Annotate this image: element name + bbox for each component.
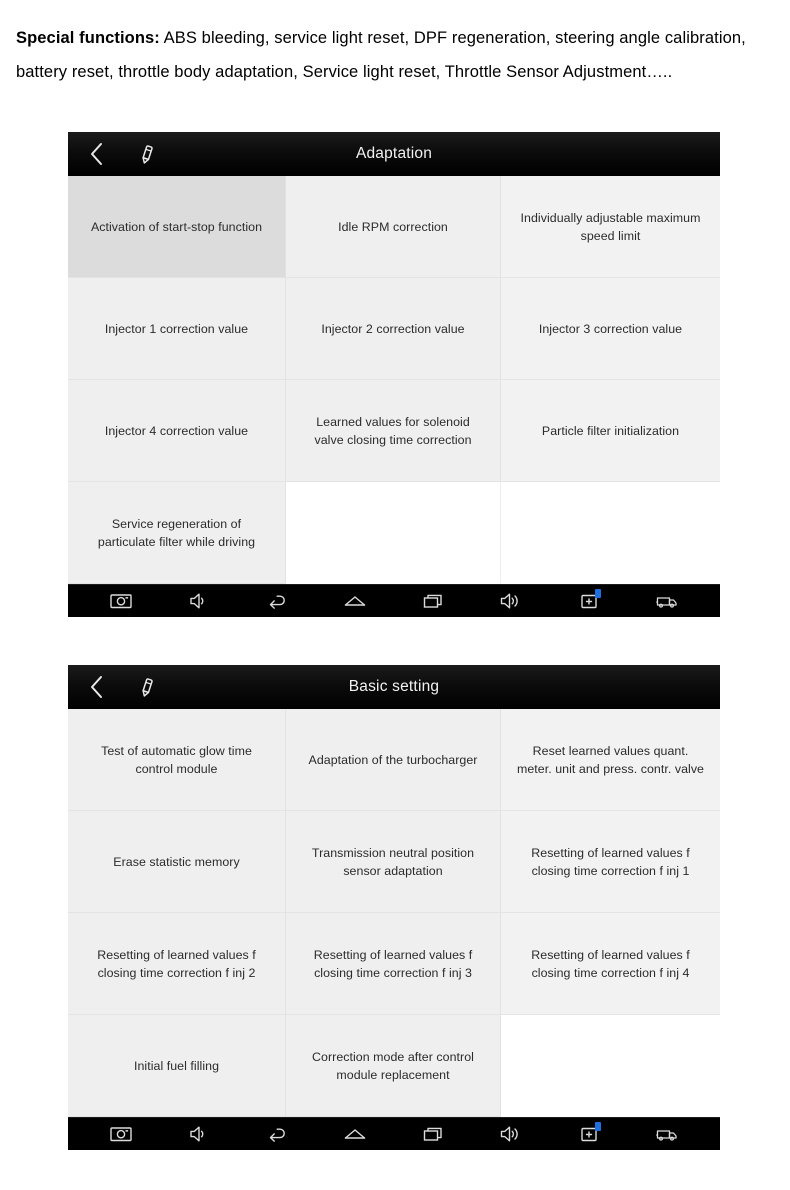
grid-cell[interactable]: Resetting of learned values f closing ti… — [68, 913, 286, 1015]
home-icon[interactable] — [332, 588, 378, 614]
grid-cell-empty — [501, 482, 720, 584]
grid-cell-empty — [501, 1015, 720, 1117]
back-icon[interactable] — [254, 1121, 300, 1147]
grid-cell[interactable]: Transmission neutral position sensor ada… — [286, 811, 501, 913]
grid-cell[interactable]: Injector 1 correction value — [68, 278, 286, 380]
notification-badge — [595, 589, 601, 598]
grid-cell[interactable]: Test of automatic glow time control modu… — [68, 709, 286, 811]
grid-cell[interactable]: Idle RPM correction — [286, 176, 501, 278]
screenshot-camera-icon[interactable] — [98, 1121, 144, 1147]
pencil-icon[interactable] — [122, 132, 166, 176]
intro-paragraph: Special functions: ABS bleeding, service… — [16, 21, 772, 89]
intro-lead-label: Special functions: — [16, 28, 160, 47]
grid-cell-empty — [286, 482, 501, 584]
grid-cell[interactable]: Erase statistic memory — [68, 811, 286, 913]
device-screenshot-adaptation: Adaptation Activation of start-stop func… — [68, 132, 720, 617]
grid-cell[interactable]: Injector 3 correction value — [501, 278, 720, 380]
function-grid: Test of automatic glow time control modu… — [68, 709, 720, 1117]
back-icon[interactable] — [254, 588, 300, 614]
android-navigation-bar — [68, 584, 720, 617]
screenshot-camera-icon[interactable] — [98, 588, 144, 614]
add-screenshot-icon[interactable] — [566, 588, 612, 614]
recent-apps-icon[interactable] — [410, 588, 456, 614]
vehicle-truck-icon[interactable] — [644, 1121, 690, 1147]
recent-apps-icon[interactable] — [410, 1121, 456, 1147]
grid-cell[interactable]: Adaptation of the turbocharger — [286, 709, 501, 811]
volume-up-icon[interactable] — [488, 1121, 534, 1147]
android-navigation-bar — [68, 1117, 720, 1150]
titlebar: Basic setting — [68, 665, 720, 709]
function-grid: Activation of start-stop function Idle R… — [68, 176, 720, 584]
grid-cell[interactable]: Injector 2 correction value — [286, 278, 501, 380]
grid-cell[interactable]: Particle filter initialization — [501, 380, 720, 482]
volume-down-icon[interactable] — [176, 1121, 222, 1147]
home-icon[interactable] — [332, 1121, 378, 1147]
titlebar: Adaptation — [68, 132, 720, 176]
grid-cell[interactable]: Initial fuel filling — [68, 1015, 286, 1117]
grid-cell[interactable]: Individually adjustable maximum speed li… — [501, 176, 720, 278]
volume-down-icon[interactable] — [176, 588, 222, 614]
device-screenshot-basic-setting: Basic setting Test of automatic glow tim… — [68, 665, 720, 1150]
grid-cell[interactable]: Resetting of learned values f closing ti… — [501, 913, 720, 1015]
grid-cell[interactable]: Learned values for solenoid valve closin… — [286, 380, 501, 482]
vehicle-truck-icon[interactable] — [644, 588, 690, 614]
grid-cell[interactable]: Injector 4 correction value — [68, 380, 286, 482]
grid-cell[interactable]: Activation of start-stop function — [68, 176, 286, 278]
notification-badge — [595, 1122, 601, 1131]
chevron-left-icon[interactable] — [74, 132, 118, 176]
page-root: Special functions: ABS bleeding, service… — [0, 0, 790, 1190]
add-screenshot-icon[interactable] — [566, 1121, 612, 1147]
volume-up-icon[interactable] — [488, 588, 534, 614]
pencil-icon[interactable] — [122, 665, 166, 709]
grid-cell[interactable]: Resetting of learned values f closing ti… — [501, 811, 720, 913]
grid-cell[interactable]: Reset learned values quant. meter. unit … — [501, 709, 720, 811]
grid-cell[interactable]: Resetting of learned values f closing ti… — [286, 913, 501, 1015]
chevron-left-icon[interactable] — [74, 665, 118, 709]
grid-cell[interactable]: Correction mode after control module rep… — [286, 1015, 501, 1117]
grid-cell[interactable]: Service regeneration of particulate filt… — [68, 482, 286, 584]
